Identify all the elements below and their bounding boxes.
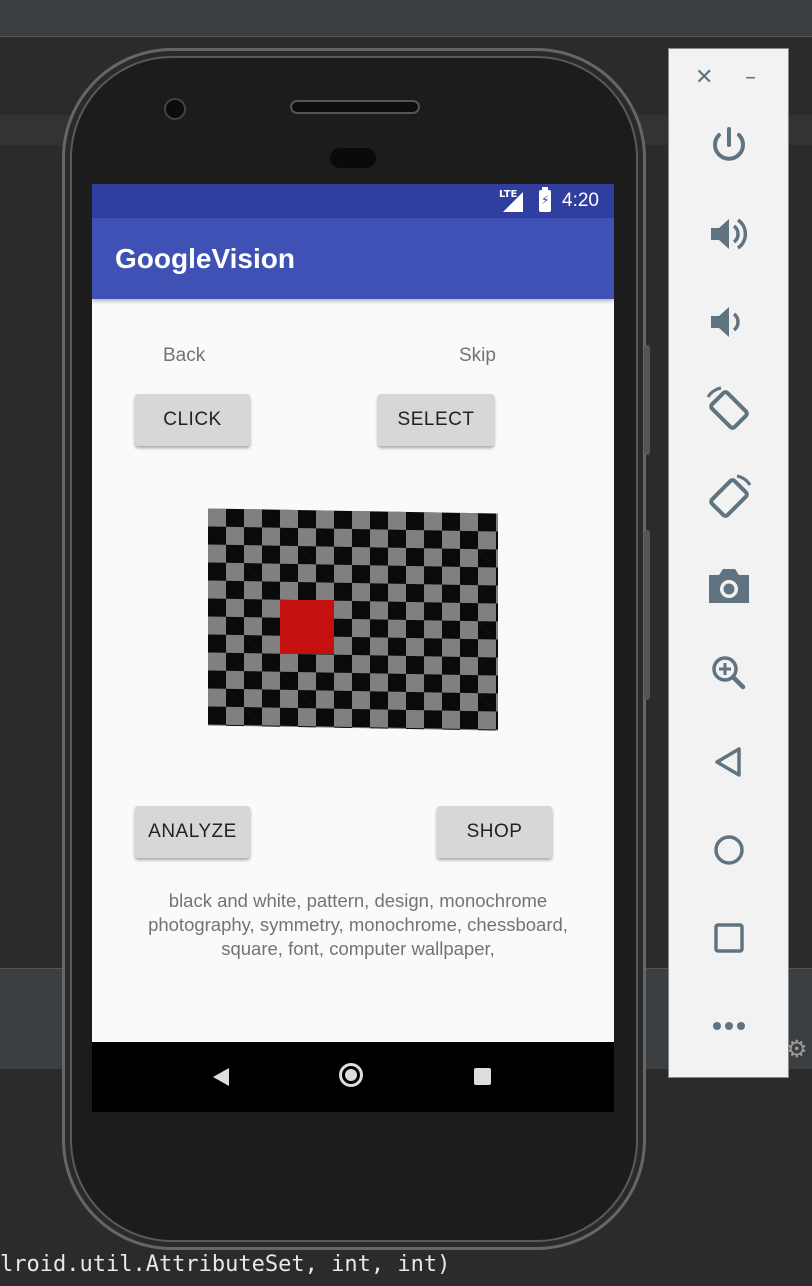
minimize-icon[interactable]: – bbox=[745, 65, 756, 91]
vision-labels-text: black and white, pattern, design, monoch… bbox=[148, 890, 568, 959]
close-icon[interactable]: ✕ bbox=[695, 65, 713, 91]
analyzed-image bbox=[208, 508, 498, 731]
nav-back-icon[interactable] bbox=[213, 1068, 229, 1086]
image-red-square bbox=[280, 600, 334, 654]
nav-home-icon[interactable] bbox=[339, 1063, 363, 1087]
device-screen: LTE ⚡ 4:20 GoogleVision Back Skip CLICK … bbox=[92, 184, 614, 1112]
earpiece-speaker bbox=[290, 100, 420, 114]
volume-up-icon[interactable] bbox=[699, 209, 759, 259]
emulator-toolbar: ✕ – bbox=[668, 48, 789, 1078]
back-icon[interactable] bbox=[699, 737, 759, 787]
nav-recents-icon[interactable] bbox=[474, 1068, 491, 1085]
volume-side-button[interactable] bbox=[644, 530, 650, 700]
analyze-button[interactable]: ANALYZE bbox=[135, 806, 250, 858]
app-bar: GoogleVision bbox=[92, 218, 614, 299]
back-link[interactable]: Back bbox=[163, 345, 205, 367]
battery-icon: ⚡ bbox=[539, 187, 551, 212]
app-title: GoogleVision bbox=[115, 243, 295, 274]
skip-link[interactable]: Skip bbox=[459, 345, 496, 367]
more-icon[interactable] bbox=[699, 1001, 759, 1051]
volume-down-icon[interactable] bbox=[699, 297, 759, 347]
proximity-sensor bbox=[330, 148, 376, 168]
rotate-right-icon[interactable] bbox=[699, 473, 759, 523]
navigation-bar bbox=[92, 1042, 614, 1112]
shop-button[interactable]: SHOP bbox=[437, 806, 552, 858]
ide-top-bar bbox=[0, 0, 812, 37]
status-bar: LTE ⚡ 4:20 bbox=[92, 184, 614, 218]
ide-code-line: lroid.util.AttributeSet, int, int) bbox=[0, 1252, 451, 1277]
power-icon[interactable] bbox=[699, 121, 759, 171]
zoom-icon[interactable] bbox=[699, 649, 759, 699]
front-camera bbox=[164, 98, 186, 120]
power-side-button[interactable] bbox=[644, 345, 650, 455]
gear-icon[interactable]: ⚙ bbox=[786, 1036, 808, 1062]
click-button[interactable]: CLICK bbox=[135, 394, 250, 446]
status-time: 4:20 bbox=[562, 190, 599, 211]
signal-icon bbox=[503, 192, 523, 212]
overview-icon[interactable] bbox=[699, 913, 759, 963]
rotate-left-icon[interactable] bbox=[699, 385, 759, 435]
camera-icon[interactable] bbox=[699, 561, 759, 611]
select-button[interactable]: SELECT bbox=[378, 394, 494, 446]
ide-divider bbox=[0, 36, 812, 37]
home-icon[interactable] bbox=[699, 825, 759, 875]
